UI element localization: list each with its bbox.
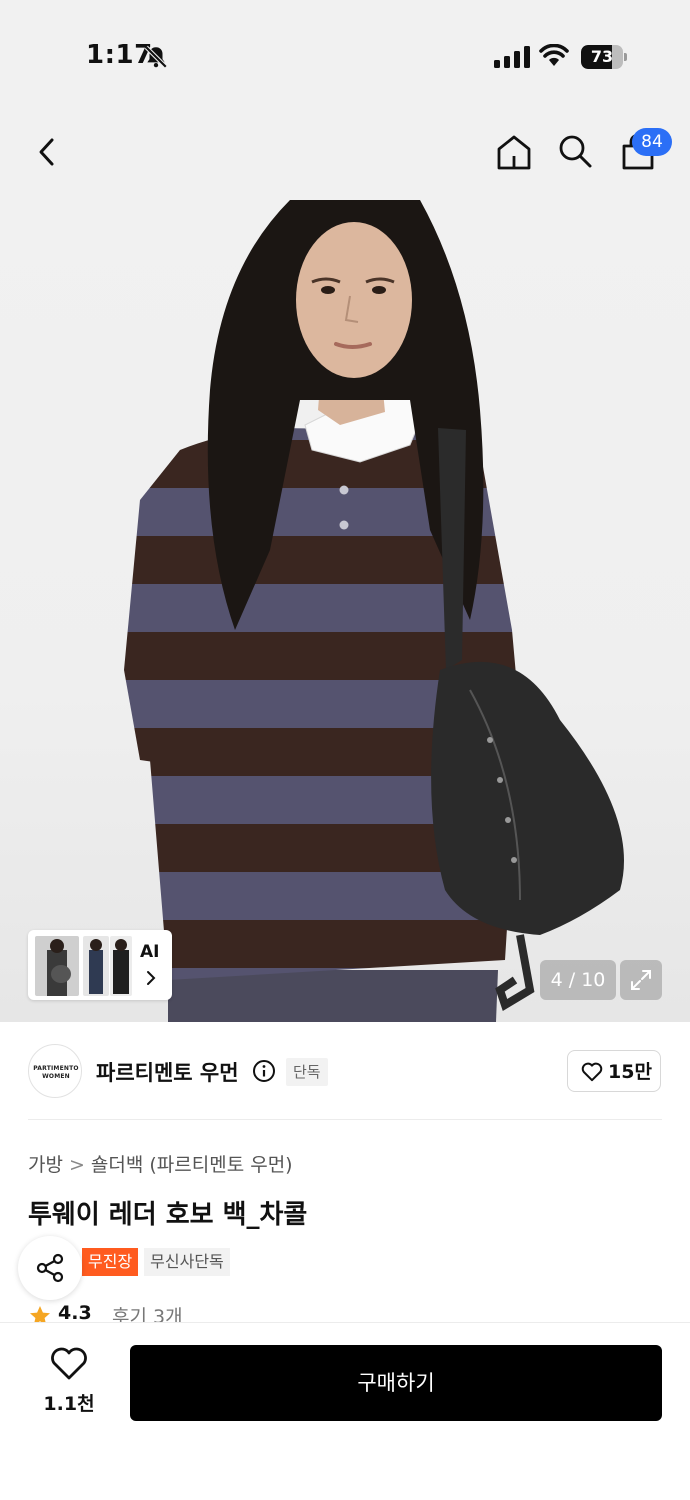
chevron-right-icon [147,971,156,985]
divider [28,1119,662,1120]
fullscreen-button[interactable] [620,960,662,1000]
ai-thumbnail-1 [35,936,79,996]
breadcrumb-separator-icon: > [68,1154,85,1176]
brand-logo-line1: PARTIMENTO [33,1065,79,1072]
signal-icon [494,46,530,68]
info-icon[interactable] [252,1059,276,1083]
battery-icon: 73 [581,45,627,69]
heart-icon [581,1062,603,1082]
rating-value: 4.3 [58,1302,92,1324]
brand-name[interactable]: 파르티멘토 우먼 [96,1057,239,1087]
bell-slash-icon [144,45,168,69]
brand-logo-line2: WOMEN [42,1073,70,1080]
exclusive-tag: 무신사단독 [144,1248,230,1276]
ai-style-card[interactable]: AI [28,930,172,1000]
cart-count-badge: 84 [632,128,672,156]
wishlist-heart-icon[interactable] [50,1347,88,1381]
status-bar: 1:17 73 [0,0,690,110]
brand-exclusive-tag: 단독 [286,1058,328,1086]
product-tags: 무진장 무신사단독 [82,1248,236,1276]
wishlist-count: 1.1천 [43,1393,95,1415]
ai-label: AI [140,942,160,962]
ai-thumbnail-3 [110,936,132,996]
brand-logo[interactable]: PARTIMENTO WOMEN [28,1044,82,1098]
search-icon[interactable] [556,132,594,170]
battery-level: 73 [590,47,614,66]
product-image-gallery[interactable]: AI 4 / 10 [0,200,690,1022]
breadcrumb-item-subcategory[interactable]: 숄더백 (파르티멘토 우먼) [91,1154,293,1176]
promo-tag: 무진장 [82,1248,139,1276]
expand-icon [631,970,651,990]
breadcrumb: 가방 > 숄더백 (파르티멘토 우먼) [28,1150,293,1177]
breadcrumb-item-category[interactable]: 가방 [28,1154,63,1176]
home-icon[interactable] [494,132,534,172]
share-button[interactable] [18,1236,82,1300]
image-page-indicator: 4 / 10 [540,960,616,1000]
product-title: 투웨이 레더 호보 백_차콜 [28,1200,308,1230]
ai-thumbnail-2 [83,936,109,996]
bottom-action-bar: 1.1천 구매하기 [0,1322,690,1500]
brand-like-button[interactable]: 15만 [567,1050,661,1092]
back-chevron-icon[interactable] [30,134,66,170]
top-nav [0,110,690,200]
wifi-icon [539,44,569,66]
share-icon [36,1253,64,1283]
brand-like-count: 15만 [608,1061,652,1083]
buy-button[interactable]: 구매하기 [130,1345,662,1421]
product-photo [124,200,624,1022]
